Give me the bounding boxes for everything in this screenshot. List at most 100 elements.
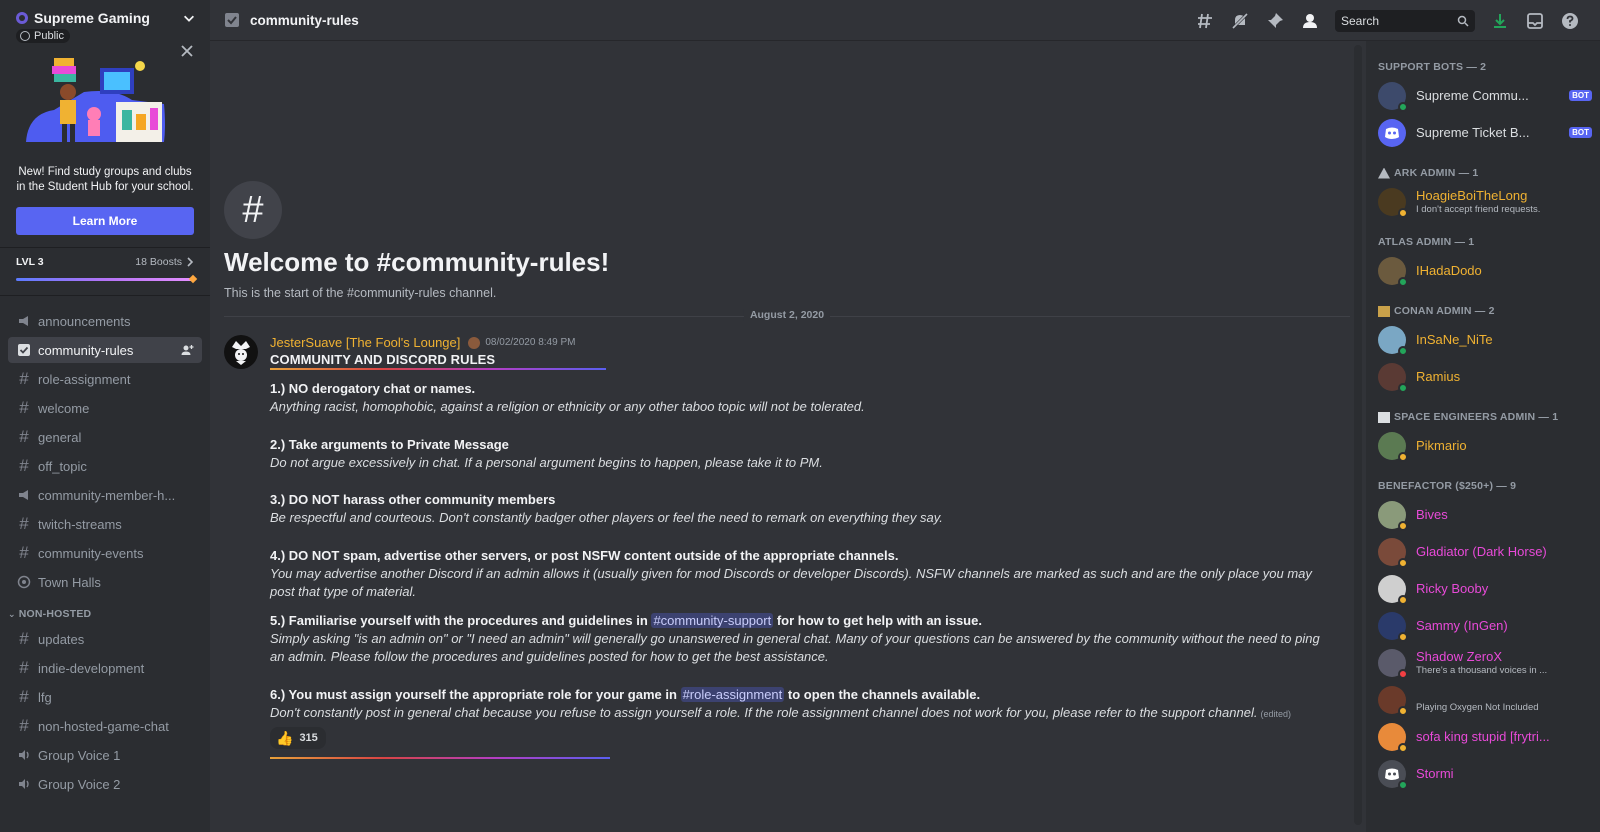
member-info: Playing Oxygen Not Included bbox=[1416, 687, 1592, 713]
channel-topbar: community-rules bbox=[210, 0, 1366, 41]
rainbow-divider bbox=[270, 368, 606, 370]
member-group-title: ATLAS ADMIN — 1 bbox=[1378, 236, 1592, 248]
member-name: Bives bbox=[1416, 507, 1448, 522]
scrollbar[interactable] bbox=[1354, 45, 1362, 825]
channel-item[interactable]: # lfg bbox=[8, 684, 202, 710]
channel-item[interactable]: # non-hosted-game-chat bbox=[8, 713, 202, 739]
member-group-title: SPACE ENGINEERS ADMIN — 1 bbox=[1378, 411, 1592, 423]
date-divider: August 2, 2020 bbox=[224, 309, 1350, 321]
member-item[interactable]: Shadow ZeroX There's a thousand voices in… bbox=[1378, 644, 1592, 681]
hash-icon: # bbox=[19, 543, 29, 562]
avatar bbox=[1378, 325, 1408, 356]
rule-item: 6.) You must assign yourself the appropr… bbox=[270, 686, 1350, 724]
member-item[interactable]: Playing Oxygen Not Included bbox=[1378, 681, 1592, 718]
member-item[interactable]: InSaNe_NiTe bbox=[1378, 321, 1592, 358]
member-list-icon[interactable] bbox=[1300, 11, 1320, 31]
help-icon[interactable] bbox=[1560, 11, 1580, 31]
download-icon[interactable] bbox=[1490, 11, 1510, 31]
channel-item[interactable]: community-member-h... bbox=[8, 482, 202, 508]
channel-label: community-member-h... bbox=[38, 487, 176, 503]
pin-icon[interactable] bbox=[1265, 11, 1285, 31]
hash-icon: # bbox=[19, 716, 29, 735]
status-indicator bbox=[1398, 631, 1408, 642]
bot-tag: BOT bbox=[1569, 127, 1592, 138]
mute-bell-icon[interactable] bbox=[1230, 11, 1250, 31]
rule-title-text: 6.) You must assign yourself the appropr… bbox=[270, 686, 677, 702]
message-author[interactable]: JesterSuave [The Fool's Lounge] bbox=[270, 335, 460, 350]
member-info: IHadaDodo bbox=[1416, 263, 1592, 278]
channel-mention-role-assignment[interactable]: #role-assignment bbox=[680, 686, 785, 702]
member-name: HoagieBoiTheLong bbox=[1416, 188, 1528, 203]
channel-item[interactable]: # welcome bbox=[8, 395, 202, 421]
boost-level: LVL 3 bbox=[16, 256, 44, 268]
server-header[interactable]: Supreme Gaming Public bbox=[0, 0, 210, 46]
channel-item[interactable]: Group Voice 2 bbox=[8, 771, 202, 797]
channel-mention-community-support[interactable]: #community-support bbox=[651, 612, 774, 628]
member-item[interactable]: HoagieBoiTheLong I don't accept friend re… bbox=[1378, 183, 1592, 220]
message-heading: COMMUNITY AND DISCORD RULES bbox=[270, 352, 496, 367]
add-member-icon[interactable] bbox=[180, 343, 194, 357]
status-indicator bbox=[1398, 382, 1408, 393]
channel-item[interactable]: # general bbox=[8, 424, 202, 450]
member-name: Ramius bbox=[1416, 369, 1461, 384]
channel-label: Town Halls bbox=[38, 574, 101, 590]
channel-item[interactable]: # twitch-streams bbox=[8, 511, 202, 537]
member-item[interactable]: Pikmario bbox=[1378, 427, 1592, 464]
member-status-text: I don't accept friend requests. bbox=[1416, 204, 1541, 215]
chevron-right-icon bbox=[187, 257, 194, 267]
member-item[interactable]: Stormi bbox=[1378, 755, 1592, 792]
member-name: Supreme Ticket B... bbox=[1416, 125, 1530, 140]
message-area: # Welcome to #community-rules! This is t… bbox=[210, 41, 1366, 832]
close-icon[interactable] bbox=[180, 44, 194, 58]
member-item[interactable]: Sammy (InGen) bbox=[1378, 607, 1592, 644]
search-box[interactable] bbox=[1335, 9, 1475, 32]
member-list: SUPPORT BOTS — 2 Supreme Commu... BOT Supre… bbox=[1366, 0, 1600, 832]
member-name-row bbox=[1416, 687, 1592, 701]
channel-label: announcements bbox=[38, 313, 131, 329]
threads-icon[interactable] bbox=[1195, 11, 1215, 31]
member-name-row: HoagieBoiTheLong bbox=[1416, 188, 1592, 203]
member-name-row: Pikmario bbox=[1416, 438, 1592, 453]
member-item[interactable]: Bives bbox=[1378, 496, 1592, 533]
status-indicator bbox=[1398, 345, 1408, 356]
channel-label: general bbox=[38, 429, 82, 445]
chevron-down-icon[interactable] bbox=[182, 11, 196, 25]
inbox-icon[interactable] bbox=[1525, 11, 1545, 31]
hash-icon: # bbox=[19, 514, 29, 533]
channel-item[interactable]: # community-events bbox=[8, 540, 202, 566]
edited-label: (edited) bbox=[1260, 708, 1291, 719]
member-item[interactable]: Ricky Booby bbox=[1378, 570, 1592, 607]
rule-item: 4.) DO NOT spam, advertise other servers… bbox=[270, 547, 1350, 602]
avatar[interactable] bbox=[224, 335, 258, 369]
channel-item[interactable]: community-rules bbox=[8, 337, 202, 363]
channel-item[interactable]: announcements bbox=[8, 308, 202, 334]
member-item[interactable]: Ramius bbox=[1378, 358, 1592, 395]
status-indicator bbox=[1398, 594, 1408, 605]
hash-icon: # bbox=[19, 456, 29, 475]
member-item[interactable]: Gladiator (Dark Horse) bbox=[1378, 533, 1592, 570]
search-input[interactable] bbox=[1341, 13, 1457, 28]
channel-label: indie-development bbox=[38, 660, 145, 676]
member-item[interactable]: Supreme Commu... BOT bbox=[1378, 77, 1592, 114]
channel-item[interactable]: # role-assignment bbox=[8, 366, 202, 392]
channel-item[interactable]: # indie-development bbox=[8, 655, 202, 681]
member-status-text: There's a thousand voices in ... bbox=[1416, 665, 1548, 676]
rule-title-text: for how to get help with an issue. bbox=[776, 612, 982, 628]
status-indicator bbox=[1398, 668, 1408, 679]
rule-item: 1.) NO derogatory chat or names. Anything… bbox=[270, 380, 1350, 417]
learn-more-button[interactable]: Learn More bbox=[16, 207, 194, 235]
member-item[interactable]: sofa king stupid [frytri... bbox=[1378, 718, 1592, 755]
member-groups: SUPPORT BOTS — 2 Supreme Commu... BOT Supre… bbox=[1366, 41, 1600, 792]
boost-progress[interactable]: LVL 3 18 Boosts bbox=[0, 248, 210, 281]
member-item[interactable]: Supreme Ticket B... BOT bbox=[1378, 114, 1592, 151]
member-item[interactable]: IHadaDodo bbox=[1378, 252, 1592, 289]
channel-item[interactable]: Group Voice 1 bbox=[8, 742, 202, 768]
member-group-label: SUPPORT BOTS — 2 bbox=[1378, 61, 1487, 73]
channel-item[interactable]: # off_topic bbox=[8, 453, 202, 479]
category-non-hosted[interactable]: ⌄ NON-HOSTED bbox=[8, 598, 202, 626]
channel-item[interactable]: # updates bbox=[8, 626, 202, 652]
reaction-thumbs-up[interactable]: 👍 315 bbox=[270, 727, 326, 749]
channel-label: lfg bbox=[38, 689, 52, 705]
channel-item[interactable]: Town Halls bbox=[8, 569, 202, 595]
member-name-row: Shadow ZeroX bbox=[1416, 649, 1592, 664]
